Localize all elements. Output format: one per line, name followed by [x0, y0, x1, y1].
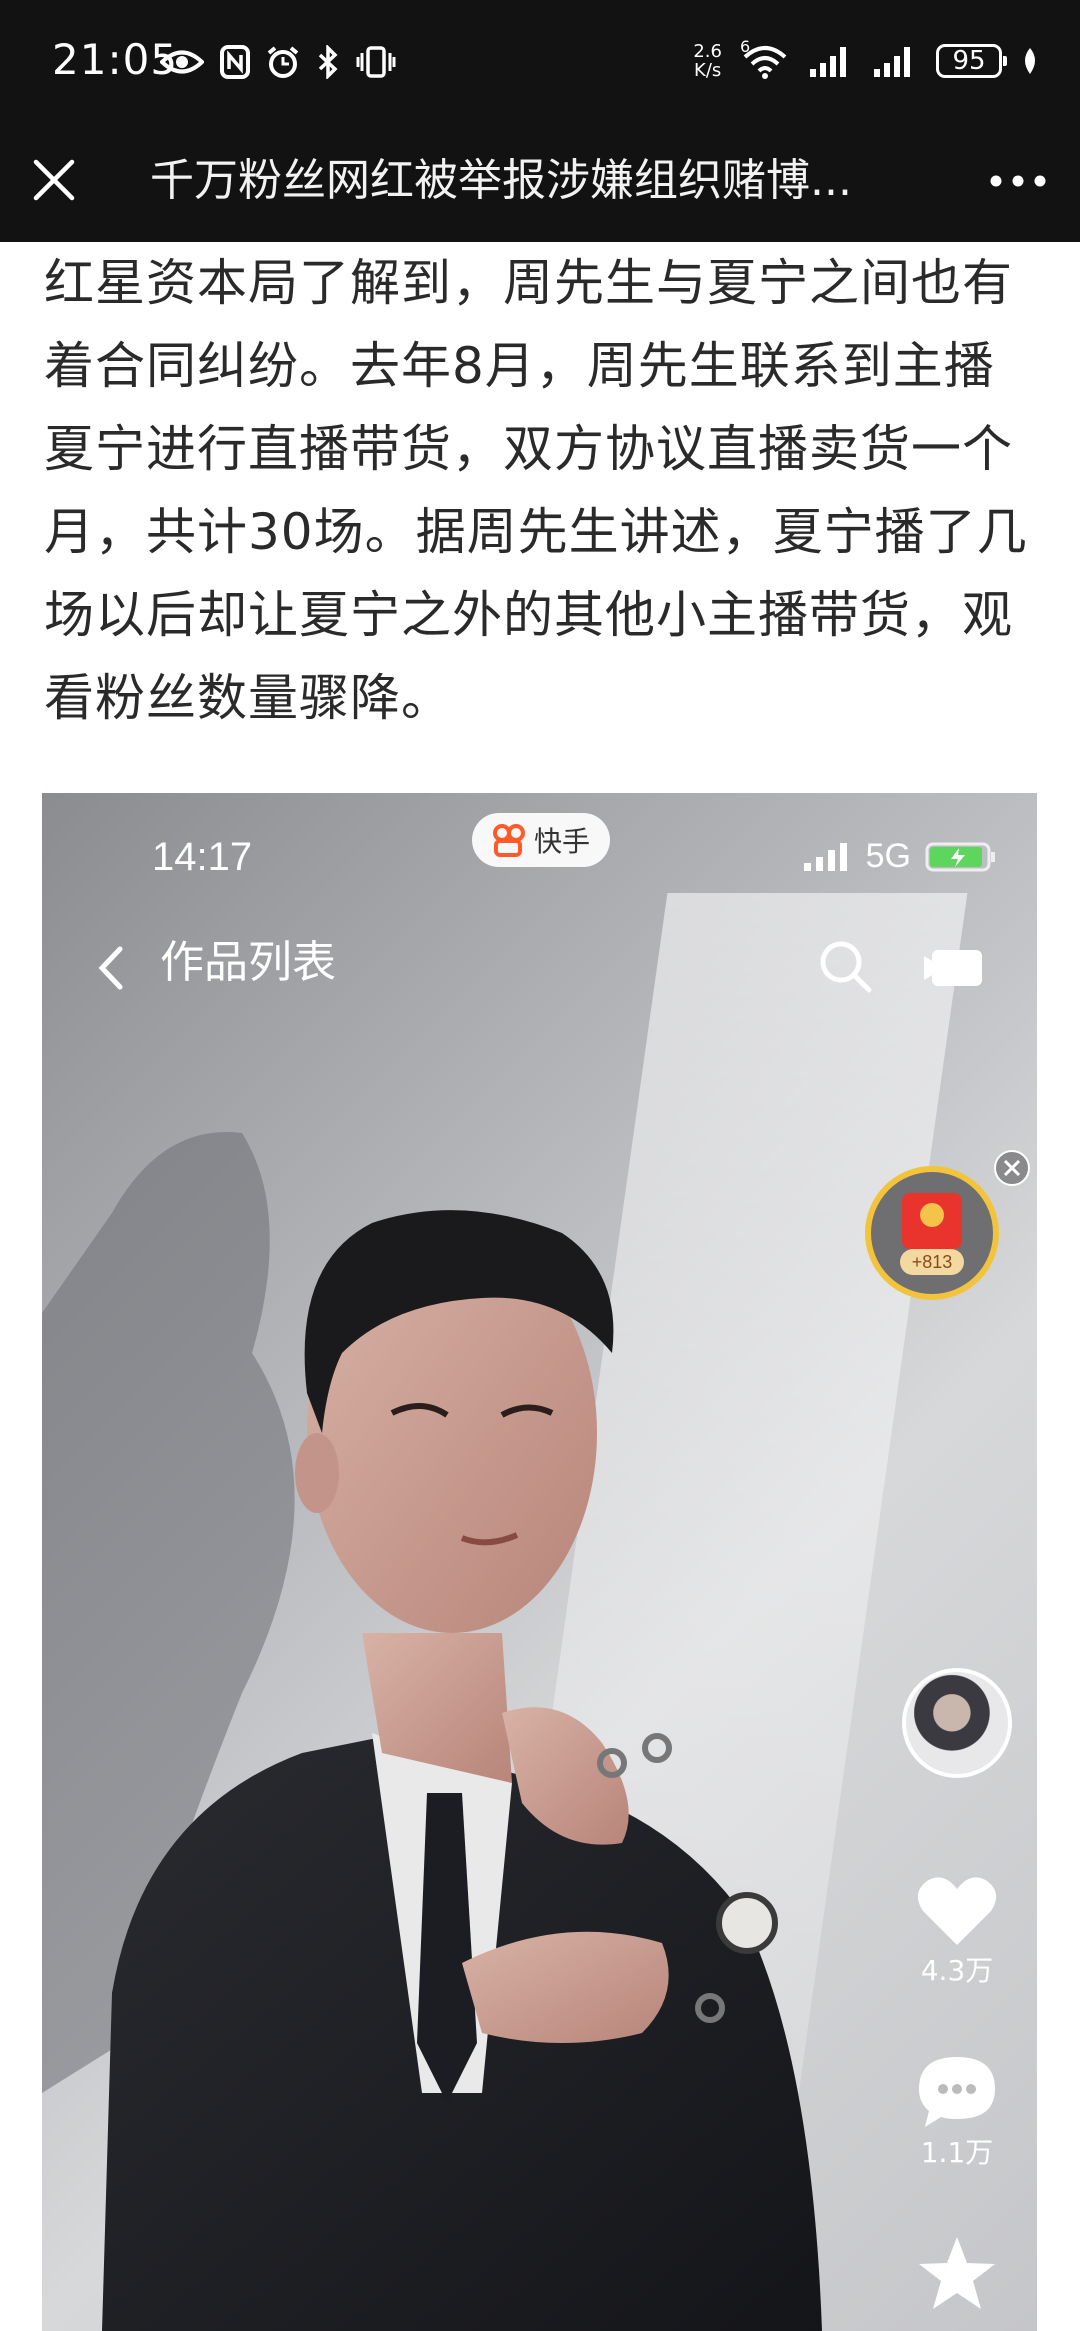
embed-status-time: 14:17 [152, 835, 253, 879]
vibrate-icon [356, 46, 396, 78]
top-nav: 千万粉丝网红被举报涉嫌组织赌博... [0, 120, 1080, 242]
like-count: 4.3万 [920, 1954, 994, 1987]
alarm-icon [267, 46, 299, 78]
status-icons-left [160, 40, 396, 84]
red-packet-close-icon[interactable] [992, 1148, 1032, 1188]
battery-icon: 95 [936, 44, 1007, 78]
kuaishou-badge: 快手 [472, 813, 611, 867]
leaf-icon [1025, 48, 1035, 74]
article-body: 红星资本局了解到，周先生与夏宁之间也有着合同纠纷。去年8月，周先生联系到主播夏宁… [44, 242, 1044, 740]
embed-battery-icon [925, 842, 995, 871]
like-button[interactable]: 4.3万 [902, 1873, 1012, 1989]
author-avatar[interactable] [902, 1668, 1012, 1778]
heart-icon [917, 1877, 997, 1945]
comment-count: 1.1万 [920, 2136, 994, 2169]
net-speed-value: 2.6 [693, 41, 722, 62]
status-icons-right: 2.6 K/s 6 95 [693, 36, 1040, 86]
bluetooth-icon [318, 45, 338, 79]
wifi-group: 6 [740, 37, 790, 81]
more-icon[interactable] [986, 158, 1050, 204]
video-icon[interactable] [922, 948, 984, 988]
article-image[interactable]: 14:17 快手 5G 作品列表 +813 4.3万 1.1万 [42, 793, 1037, 2331]
page-title: 千万粉丝网红被举报涉嫌组织赌博... [150, 155, 852, 206]
signal-icon-2 [874, 47, 910, 77]
comment-icon [919, 2057, 995, 2127]
nfc-icon [220, 45, 250, 79]
signal-icon [810, 47, 846, 77]
net-speed-unit: K/s [694, 60, 722, 81]
eye-icon [160, 50, 204, 74]
embed-page-title: 作品列表 [160, 937, 336, 988]
favorite-button[interactable] [902, 2233, 1012, 2313]
back-chevron-icon[interactable] [92, 943, 132, 993]
net-speed: 2.6 K/s [693, 42, 722, 80]
star-icon [919, 2237, 995, 2309]
kuaishou-logo-icon [493, 824, 525, 857]
embed-status-icons: 5G [802, 837, 997, 876]
embed-network-label: 5G [865, 837, 911, 875]
article-paragraph: 红星资本局了解到，周先生与夏宁之间也有着合同纠纷。去年8月，周先生联系到主播夏宁… [44, 254, 1028, 727]
wifi-label: 6 [740, 37, 751, 56]
comment-button[interactable]: 1.1万 [902, 2051, 1012, 2171]
close-icon[interactable] [28, 154, 80, 206]
kuaishou-label: 快手 [534, 825, 591, 858]
search-icon[interactable] [817, 938, 873, 994]
portrait-figure [42, 1132, 822, 2331]
embed-signal-icon [803, 842, 847, 871]
red-packet-icon[interactable]: +813 [862, 1163, 1002, 1303]
red-packet-value: +813 [912, 1252, 953, 1272]
status-bar: 21:05 2.6 K/s 6 95 [0, 0, 1080, 120]
